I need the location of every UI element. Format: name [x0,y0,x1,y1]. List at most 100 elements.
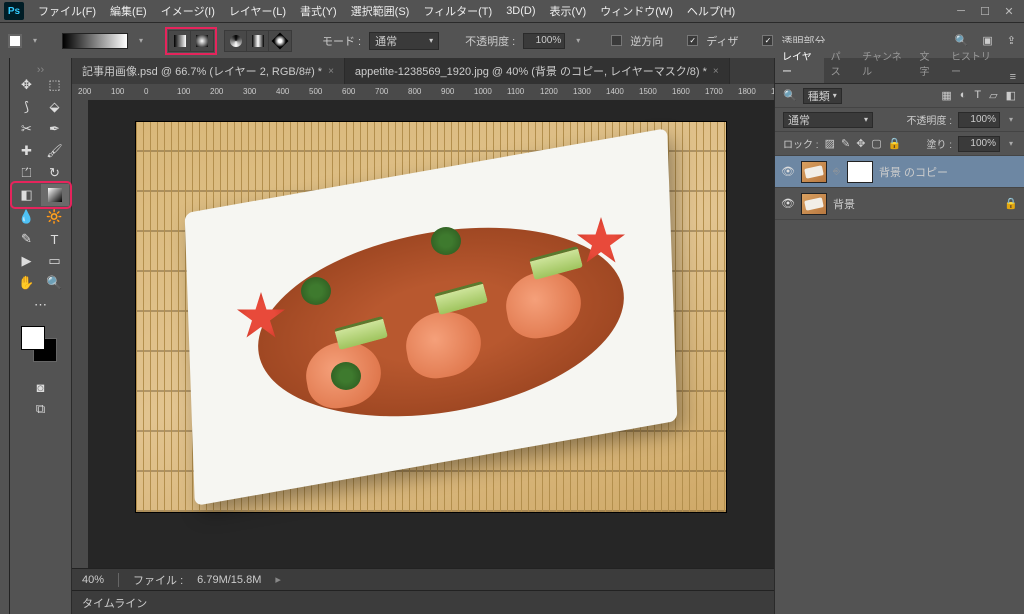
link-icon[interactable]: ⎆ [833,166,841,177]
panel-tab-layers[interactable]: レイヤー [775,43,824,83]
canvas-area[interactable] [88,100,774,568]
lock-trans-icon[interactable]: ▨ [825,137,835,150]
filter-pixel-icon[interactable]: ▦ [941,89,951,102]
panel-tab-char[interactable]: 文字 [912,43,943,83]
layer-thumbnail[interactable] [801,161,827,183]
layer-opacity-scrub[interactable]: ▾ [1006,112,1016,128]
filter-adjust-icon[interactable]: ◐ [960,89,967,102]
blend-mode-dropdown[interactable]: 通常▾ [783,112,873,128]
canvas[interactable] [136,122,726,512]
window-maximize[interactable]: ☐ [974,2,996,20]
mode-dropdown[interactable]: 通常▾ [369,32,439,50]
stamp-tool[interactable]: ⏍ [13,162,41,184]
dodge-tool[interactable]: 🔆 [41,206,69,228]
gradient-picker-dropdown[interactable]: ▾ [136,33,146,49]
lock-all-icon[interactable]: 🔒 [888,137,902,150]
menu-filter[interactable]: フィルター(T) [417,1,498,21]
shape-tool[interactable]: ▭ [41,250,69,272]
color-swatches[interactable] [21,326,61,366]
menu-3d[interactable]: 3D(D) [500,3,541,19]
collapsed-dock-left[interactable] [0,58,10,614]
lock-artboard-icon[interactable]: ▢ [871,137,881,150]
fill-input[interactable]: 100% [958,136,1000,152]
gradient-linear[interactable] [169,31,191,51]
pen-tool[interactable]: ✎ [13,228,41,250]
history-brush-tool[interactable]: ↻ [41,162,69,184]
gradient-preview[interactable] [62,33,128,49]
layer-name[interactable]: 背景 [833,196,998,212]
quickmask-tool[interactable]: ◙ [27,376,55,398]
gradient-angle[interactable] [225,31,247,51]
lock-pos-icon[interactable]: ✥ [856,137,865,150]
panel-tab-history[interactable]: ヒストリー [944,43,1002,83]
crop-tool[interactable]: ✂ [13,118,41,140]
visibility-icon[interactable]: 👁 [781,165,795,178]
opacity-input[interactable]: 100% [523,33,565,49]
move-tool[interactable]: ✥ [13,74,41,96]
filter-type-icon[interactable]: T [974,89,981,102]
menu-file[interactable]: ファイル(F) [32,1,102,21]
status-menu-icon[interactable]: ▸ [275,573,281,586]
doc-tab-2[interactable]: appetite-1238569_1920.jpg @ 40% (背景 のコピー… [345,58,730,84]
layer-opacity-input[interactable]: 100% [958,112,1000,128]
menu-edit[interactable]: 編集(E) [104,1,153,21]
panel-tab-channels[interactable]: チャンネル [855,43,912,83]
layer-thumbnail[interactable] [801,193,827,215]
zoom-tool[interactable]: 🔍 [41,272,69,294]
window-minimize[interactable]: ─ [950,2,972,20]
ruler-vertical[interactable] [72,100,88,568]
gradient-reflected[interactable] [247,31,269,51]
menu-image[interactable]: イメージ(I) [155,1,221,21]
ruler-horizontal[interactable]: 2001000100200300400500600700800900100011… [72,84,774,100]
lasso-tool[interactable]: ⟆ [13,96,41,118]
menu-select[interactable]: 選択範囲(S) [345,1,416,21]
mask-thumbnail[interactable] [847,161,873,183]
menu-view[interactable]: 表示(V) [544,1,593,21]
panel-menu-icon[interactable]: ≡ [1002,71,1024,83]
close-tab-icon[interactable]: × [328,66,334,77]
opacity-scrub[interactable]: ▾ [573,33,583,49]
hand-tool[interactable]: ✋ [13,272,41,294]
brush-tool[interactable]: 🖌 [41,140,69,162]
blur-tool[interactable]: 💧 [13,206,41,228]
layer-kind-dropdown[interactable]: 種類▾ [803,88,842,104]
reverse-checkbox[interactable] [611,35,622,46]
timeline-panel[interactable]: タイムライン [72,590,774,614]
eraser-tool[interactable]: ◧ [13,184,41,206]
dither-checkbox[interactable]: ✓ [687,35,698,46]
screenmode-tool[interactable]: ⧉ [27,398,55,420]
quick-select-tool[interactable]: ⬙ [41,96,69,118]
filter-smart-icon[interactable]: ◧ [1006,89,1016,102]
tool-preset-dropdown[interactable]: ▾ [30,33,40,49]
menu-type[interactable]: 書式(Y) [294,1,343,21]
window-close[interactable]: ✕ [998,2,1020,20]
menu-window[interactable]: ウィンドウ(W) [594,1,679,21]
gradient-tool[interactable] [41,184,69,206]
edit-toolbar[interactable]: ⋯ [27,294,55,316]
path-select-tool[interactable]: ▶ [13,250,41,272]
type-tool[interactable]: T [41,228,69,250]
tool-preset-icon[interactable] [8,34,22,48]
lock-icon[interactable]: 🔒 [1004,197,1018,210]
layer-row[interactable]: 👁 背景 🔒 [775,188,1024,220]
heal-tool[interactable]: ✚ [13,140,41,162]
panel-tab-paths[interactable]: パス [824,43,855,83]
foreground-color[interactable] [21,326,45,350]
visibility-icon[interactable]: 👁 [781,197,795,210]
gradient-diamond[interactable] [269,31,291,51]
close-tab-icon[interactable]: × [713,66,719,77]
menu-help[interactable]: ヘルプ(H) [681,1,741,21]
zoom-value[interactable]: 40% [82,574,104,586]
layer-row[interactable]: 👁 ⎆ 背景 のコピー [775,156,1024,188]
fill-scrub[interactable]: ▾ [1006,136,1016,152]
share-icon[interactable]: ⇪ [1007,34,1016,47]
doc-tab-1[interactable]: 記事用画像.psd @ 66.7% (レイヤー 2, RGB/8#) *× [72,58,345,84]
transparency-checkbox[interactable]: ✓ [762,35,773,46]
kind-icon[interactable]: 🔍 [783,89,797,102]
menu-layer[interactable]: レイヤー(L) [223,1,292,21]
marquee-tool[interactable]: ⬚ [41,74,69,96]
eyedropper-tool[interactable]: ✒ [41,118,69,140]
gradient-radial[interactable] [191,31,213,51]
layer-name[interactable]: 背景 のコピー [879,164,1018,180]
lock-image-icon[interactable]: ✎ [841,137,850,150]
